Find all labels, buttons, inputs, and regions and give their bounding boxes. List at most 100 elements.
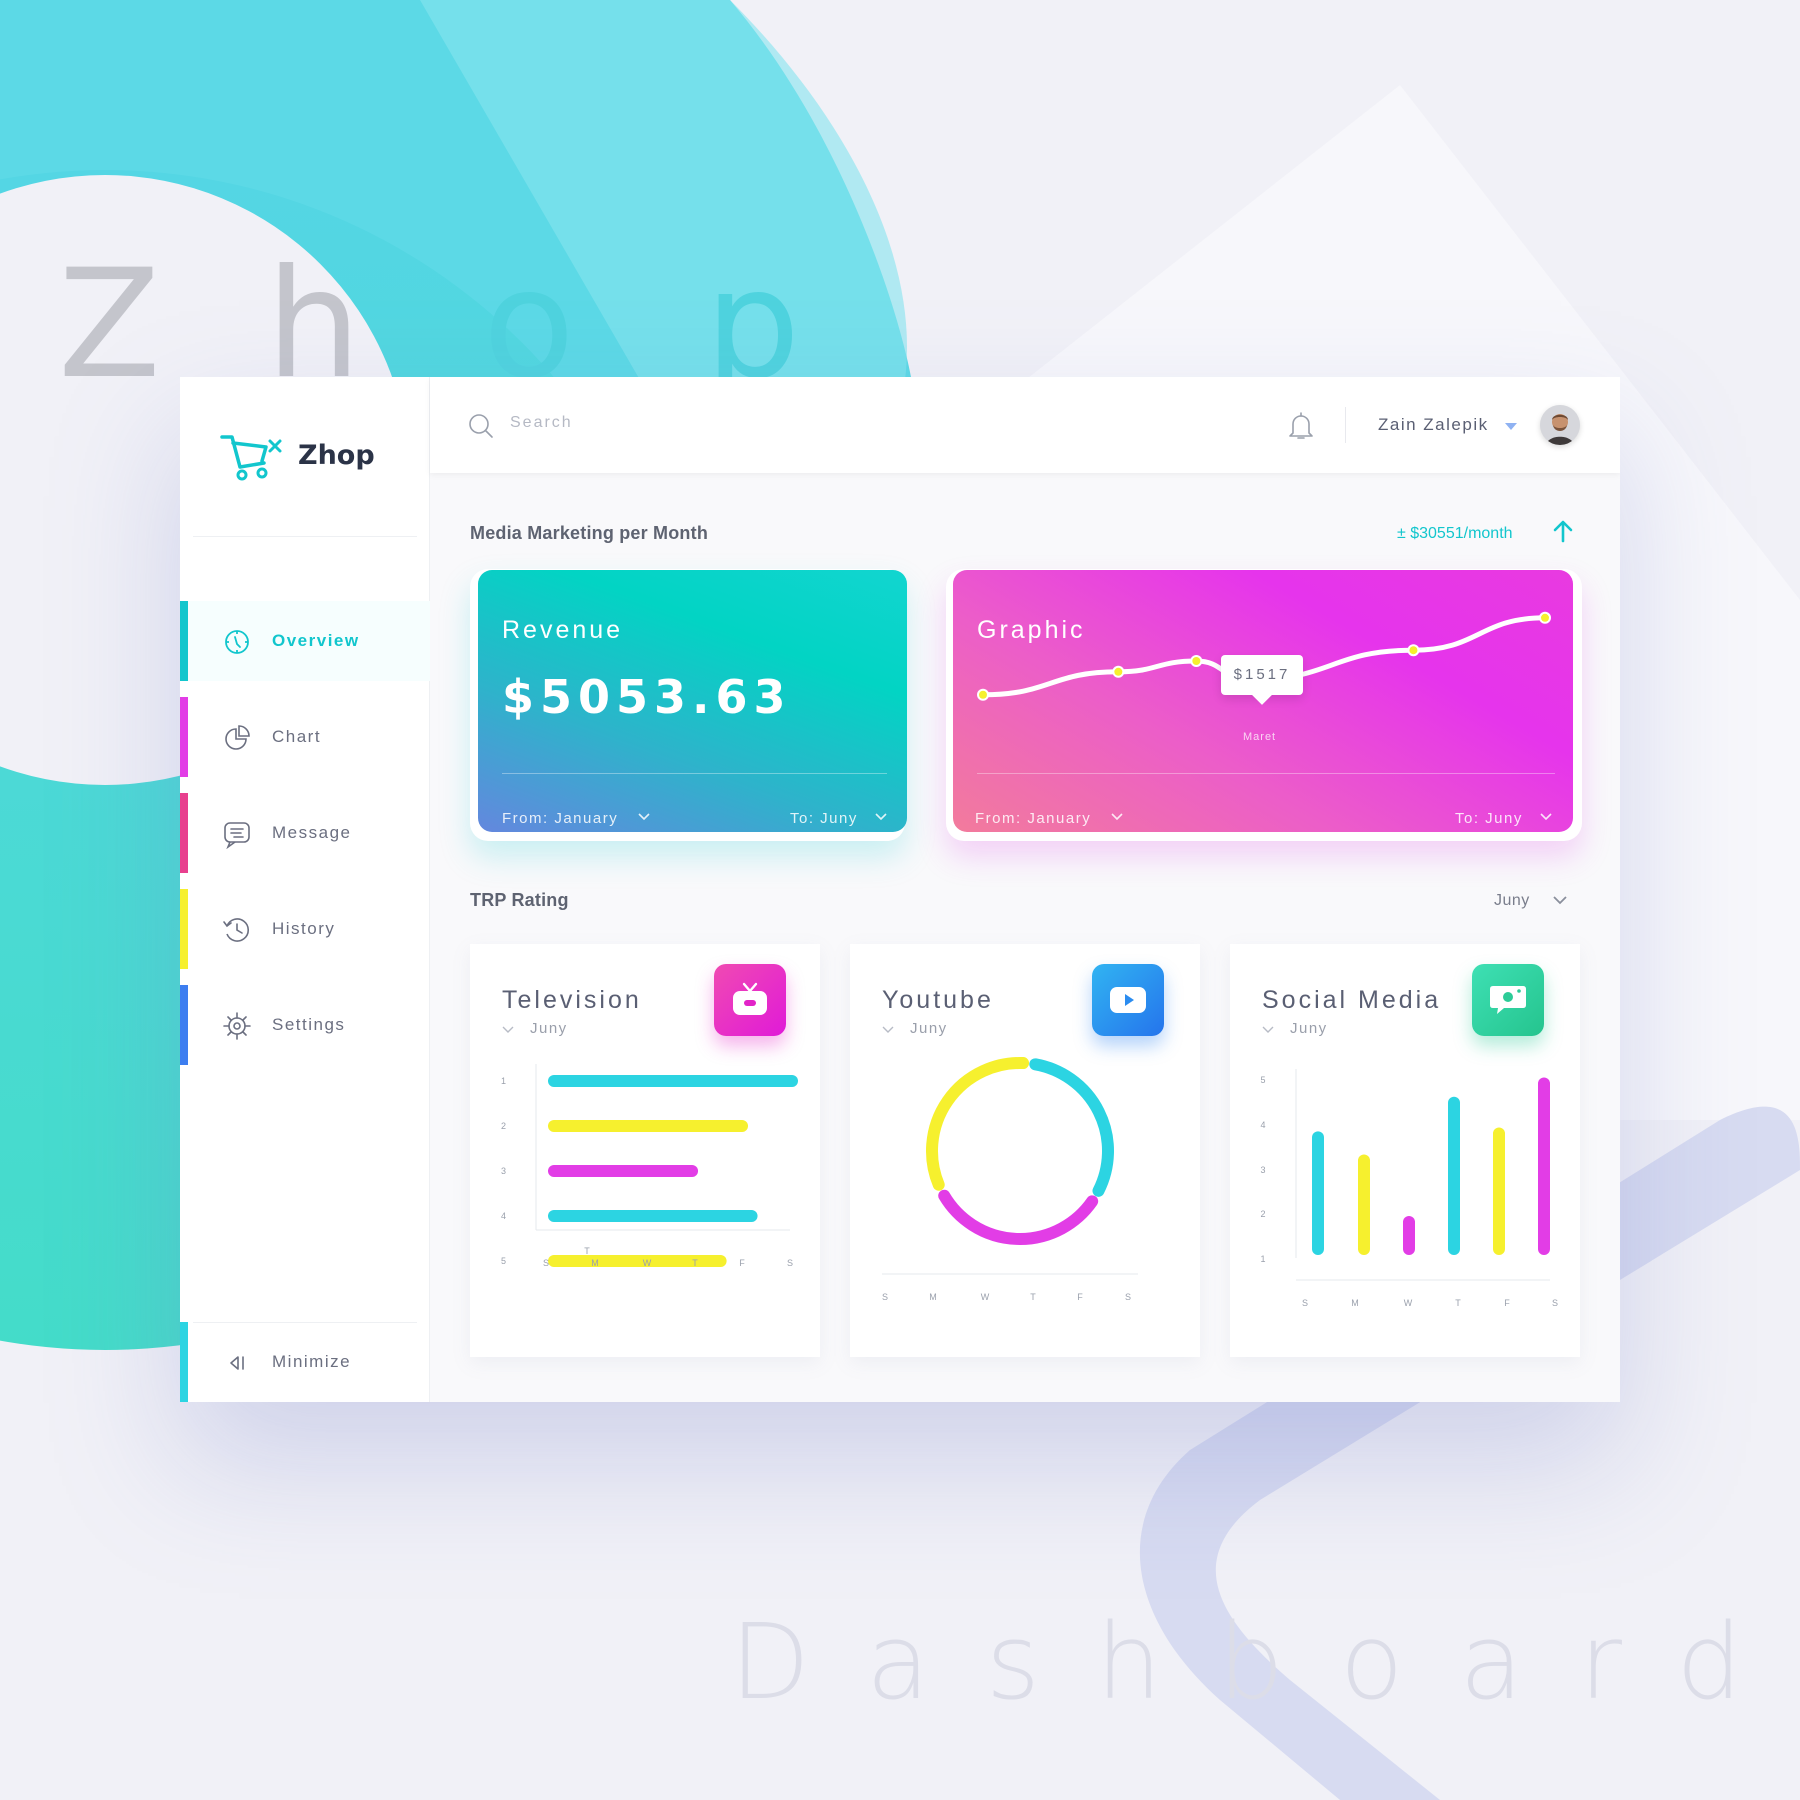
revenue-from-dropdown[interactable]: From: January xyxy=(502,810,618,827)
message-icon xyxy=(224,822,250,849)
sidebar-item-chart[interactable]: Chart xyxy=(180,697,430,777)
sidebar-item-label: Settings xyxy=(272,1015,346,1034)
donut-slice xyxy=(938,1189,1099,1245)
social-media-month[interactable]: Juny xyxy=(1290,1020,1328,1037)
y-tick-label: 1 xyxy=(1260,1254,1265,1264)
y-tick-label: 4 xyxy=(501,1211,506,1221)
youtube-title: Youtube xyxy=(882,986,994,1014)
settings-icon xyxy=(223,1012,251,1040)
graphic-to-dropdown[interactable]: To: Juny xyxy=(1455,810,1523,827)
x-tick-label: T xyxy=(584,1246,590,1256)
history-icon xyxy=(223,918,249,942)
header-separator xyxy=(1345,407,1346,443)
chevron-down-icon[interactable] xyxy=(1540,813,1552,821)
x-tick-label: S xyxy=(787,1258,793,1268)
x-tick-label: T xyxy=(1030,1292,1036,1302)
play-icon xyxy=(1092,964,1164,1036)
data-point xyxy=(979,690,987,699)
x-tick-label: M xyxy=(1351,1298,1359,1308)
user-name[interactable]: Zain Zalepik xyxy=(1378,415,1489,435)
y-tick-label: 3 xyxy=(501,1166,506,1176)
y-tick-label: 5 xyxy=(501,1256,506,1266)
minimize-button[interactable]: Minimize xyxy=(180,1322,430,1402)
x-tick-label: F xyxy=(1504,1298,1510,1308)
youtube-donut-chart: SMWTFS xyxy=(882,1057,1138,1302)
brand-letter-z: Z xyxy=(58,238,161,412)
social-media-card[interactable]: Social Media Juny 5 4 3 2 1 S M W T F S xyxy=(1230,944,1580,1357)
camera-icon xyxy=(1472,964,1544,1036)
sidebar-divider xyxy=(193,536,417,537)
chevron-down-icon[interactable] xyxy=(875,813,887,821)
x-tick-label: S xyxy=(1552,1298,1558,1308)
chevron-down-icon[interactable] xyxy=(638,813,650,821)
data-point xyxy=(1192,657,1201,665)
television-bar-chart: 1 2 3 4 5 S M W T F S T xyxy=(501,1064,798,1268)
y-tick-label: 1 xyxy=(501,1076,506,1086)
x-tick-label: S xyxy=(882,1292,888,1302)
social-media-title: Social Media xyxy=(1262,986,1442,1014)
sidebar-item-settings[interactable]: Settings xyxy=(180,985,430,1065)
x-tick-label: M xyxy=(591,1258,599,1268)
y-tick-label: 2 xyxy=(1260,1209,1265,1219)
logo[interactable]: Zhop xyxy=(218,427,375,483)
chevron-down-icon[interactable] xyxy=(882,1026,894,1034)
avatar[interactable] xyxy=(1540,405,1580,445)
y-tick-label: 5 xyxy=(1260,1075,1265,1085)
x-tick-label: T xyxy=(692,1258,698,1268)
minimize-label: Minimize xyxy=(272,1352,352,1371)
graphic-card[interactable]: Graphic $1517 Maret From: January To: Ju… xyxy=(953,570,1573,832)
x-tick-label: W xyxy=(643,1258,652,1268)
x-tick-label: W xyxy=(981,1292,990,1302)
youtube-card[interactable]: Youtube Juny S M W T F S xyxy=(850,944,1200,1357)
x-tick-label: S xyxy=(543,1258,549,1268)
pie-chart-icon xyxy=(225,725,250,750)
chevron-down-icon[interactable] xyxy=(502,1026,514,1034)
youtube-month[interactable]: Juny xyxy=(910,1020,948,1037)
sidebar-item-history[interactable]: History xyxy=(180,889,430,969)
sidebar-item-label: Overview xyxy=(272,631,360,650)
point-label: Maret xyxy=(1243,731,1277,743)
arrow-up-icon xyxy=(1553,520,1573,543)
x-tick-label: F xyxy=(1077,1292,1083,1302)
television-month[interactable]: Juny xyxy=(530,1020,568,1037)
search-icon[interactable] xyxy=(468,413,494,439)
revenue-value: $5053.63 xyxy=(502,670,792,724)
revenue-to-dropdown[interactable]: To: Juny xyxy=(790,810,858,827)
collapse-icon xyxy=(230,1356,244,1370)
data-point xyxy=(1541,613,1549,622)
donut-slice xyxy=(926,1057,1030,1191)
y-tick-label: 4 xyxy=(1260,1120,1265,1130)
sidebar-item-label: Message xyxy=(272,823,352,842)
trp-title: TRP Rating xyxy=(470,890,569,910)
sidebar-item-message[interactable]: Message xyxy=(180,793,430,873)
clock-compass-icon xyxy=(225,630,249,654)
x-tick-label: T xyxy=(1455,1298,1461,1308)
television-card[interactable]: Television Juny 1 2 3 4 5 S M W T F S T xyxy=(470,944,820,1357)
chevron-down-icon[interactable] xyxy=(1262,1026,1274,1034)
sidebar-item-label: History xyxy=(272,919,336,938)
card-divider xyxy=(977,773,1555,774)
chevron-down-icon[interactable] xyxy=(1111,813,1123,821)
search-input[interactable] xyxy=(510,409,1110,437)
y-tick-label: 3 xyxy=(1260,1165,1265,1175)
nav-indicator xyxy=(180,889,188,969)
nav-indicator xyxy=(180,985,188,1065)
cart-logo-icon xyxy=(220,435,282,481)
sidebar-item-overview[interactable]: Overview xyxy=(180,601,430,681)
top-header: Zain Zalepik xyxy=(430,377,1620,473)
revenue-card[interactable]: Revenue $5053.63 From: January To: Juny xyxy=(478,570,907,832)
bell-icon[interactable] xyxy=(1288,411,1314,441)
data-point xyxy=(1409,646,1418,655)
television-title: Television xyxy=(502,986,642,1014)
graphic-from-dropdown[interactable]: From: January xyxy=(975,810,1091,827)
tv-icon xyxy=(714,964,786,1036)
chevron-down-icon[interactable] xyxy=(1552,895,1568,905)
x-tick-label: M xyxy=(929,1292,937,1302)
revenue-title: Revenue xyxy=(502,616,624,644)
chart-tooltip: $1517 xyxy=(1221,655,1303,695)
logo-text: Zhop xyxy=(298,439,375,471)
caret-down-icon[interactable] xyxy=(1504,421,1518,431)
marketing-title: Media Marketing per Month xyxy=(470,523,709,543)
donut-slice xyxy=(1029,1058,1114,1197)
trp-month-filter[interactable]: Juny xyxy=(1494,892,1530,910)
